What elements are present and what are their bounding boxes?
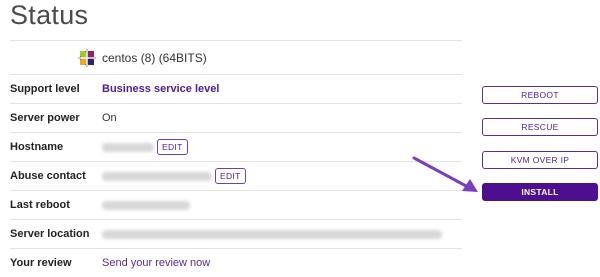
row-last-reboot: Last reboot xyxy=(10,190,462,219)
redacted-abuse-contact xyxy=(102,171,212,181)
send-review-link[interactable]: Send your review now xyxy=(102,257,210,269)
support-level-value[interactable]: Business service level xyxy=(102,83,219,95)
status-table: Support level Business service level Ser… xyxy=(10,74,462,277)
kvm-over-ip-button[interactable]: KVM OVER IP xyxy=(482,151,598,169)
pointer-arrow-icon xyxy=(412,156,478,192)
redacted-server-location xyxy=(102,229,442,239)
redacted-hostname xyxy=(102,142,154,152)
hostname-value: EDIT xyxy=(102,139,188,155)
install-button[interactable]: INSTALL xyxy=(482,183,598,201)
abuse-contact-value: EDIT xyxy=(102,168,246,184)
server-location-value xyxy=(102,229,442,239)
row-your-review: Your review Send your review now xyxy=(10,248,462,277)
server-location-label: Server location xyxy=(10,228,90,240)
row-server-location: Server location xyxy=(10,219,462,248)
os-info: centos (8) (64BITS) xyxy=(78,44,207,72)
support-level-label: Support level xyxy=(10,83,80,95)
edit-abuse-contact-button[interactable]: EDIT xyxy=(215,168,246,184)
last-reboot-label: Last reboot xyxy=(10,199,70,211)
hostname-label: Hostname xyxy=(10,141,64,153)
row-server-power: Server power On xyxy=(10,103,462,132)
divider xyxy=(10,40,462,41)
server-power-label: Server power xyxy=(10,112,80,124)
last-reboot-value xyxy=(102,200,190,210)
row-abuse-contact: Abuse contact EDIT xyxy=(10,161,462,190)
reboot-button[interactable]: REBOOT xyxy=(482,86,598,104)
your-review-label: Your review xyxy=(10,257,72,269)
redacted-last-reboot xyxy=(102,200,190,210)
rescue-button[interactable]: RESCUE xyxy=(482,118,598,136)
page-title: Status xyxy=(10,0,89,30)
row-hostname: Hostname EDIT xyxy=(10,132,462,161)
server-power-value: On xyxy=(102,112,117,124)
row-support-level: Support level Business service level xyxy=(10,74,462,103)
abuse-contact-label: Abuse contact xyxy=(10,170,86,182)
os-label: centos (8) (64BITS) xyxy=(102,51,207,65)
centos-logo-icon xyxy=(78,49,96,67)
edit-hostname-button[interactable]: EDIT xyxy=(157,139,188,155)
